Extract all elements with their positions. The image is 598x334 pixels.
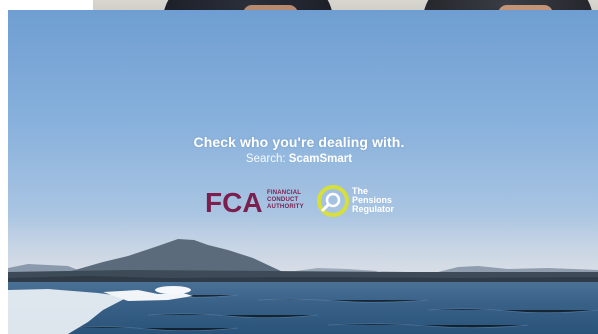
splash-white [155,286,191,294]
caption-headline: Check who you're dealing with. [193,134,405,150]
fca-line2: CONDUCT [267,197,299,203]
logo-row: FCA FINANCIAL CONDUCT AUTHORITY The Pens… [205,182,415,222]
fca-letters: FCA [205,187,263,217]
search-label: Search: [245,153,286,165]
video-caption: Check who you're dealing with. Search: S… [8,134,598,165]
pensions-regulator-wordmark: The Pensions Regulator [352,187,394,214]
caption-search: Search: ScamSmart [8,153,598,165]
video-player[interactable]: Check who you're dealing with. Search: S… [8,10,598,334]
video-feed: Check who you're dealing with. Search: S… [0,0,598,334]
tpr-line3: Regulator [352,204,395,214]
fca-logo: FCA [205,187,263,217]
pensions-regulator-icon [317,185,349,217]
page-margin [0,0,8,334]
fca-line1: FINANCIAL [267,190,302,196]
search-value: ScamSmart [288,153,353,165]
fca-wordmark: FINANCIAL CONDUCT AUTHORITY [267,190,304,211]
sea-scene [8,215,598,334]
fca-line3: AUTHORITY [267,204,304,210]
